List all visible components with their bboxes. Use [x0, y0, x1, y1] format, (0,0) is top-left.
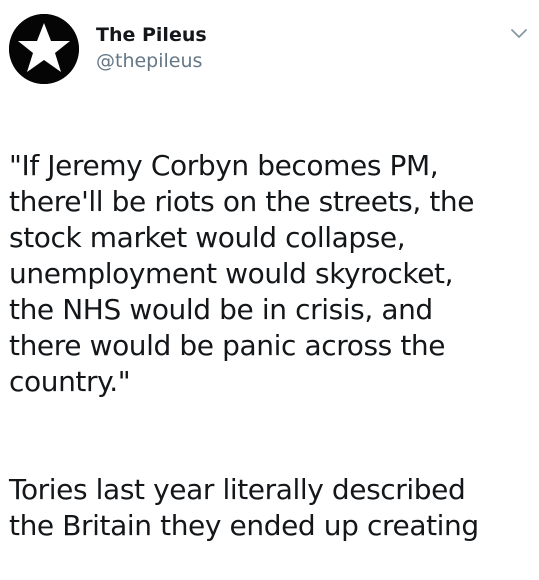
tweet-paragraph-comment: Tories last year literally described the…	[9, 473, 479, 542]
avatar[interactable]	[9, 14, 79, 84]
chevron-down-icon[interactable]	[507, 22, 531, 46]
tweet-header: The Pileus @thepileus	[9, 14, 529, 84]
user-handle[interactable]: @thepileus	[96, 48, 207, 74]
tweet-paragraph-quote: "If Jeremy Corbyn becomes PM, there'll b…	[9, 149, 475, 398]
tweet-card: The Pileus @thepileus "If Jeremy Corbyn …	[0, 0, 539, 580]
author-names: The Pileus @thepileus	[96, 22, 207, 74]
display-name[interactable]: The Pileus	[96, 22, 207, 48]
star-icon	[9, 14, 79, 84]
tweet-text: "If Jeremy Corbyn becomes PM, there'll b…	[9, 112, 537, 580]
